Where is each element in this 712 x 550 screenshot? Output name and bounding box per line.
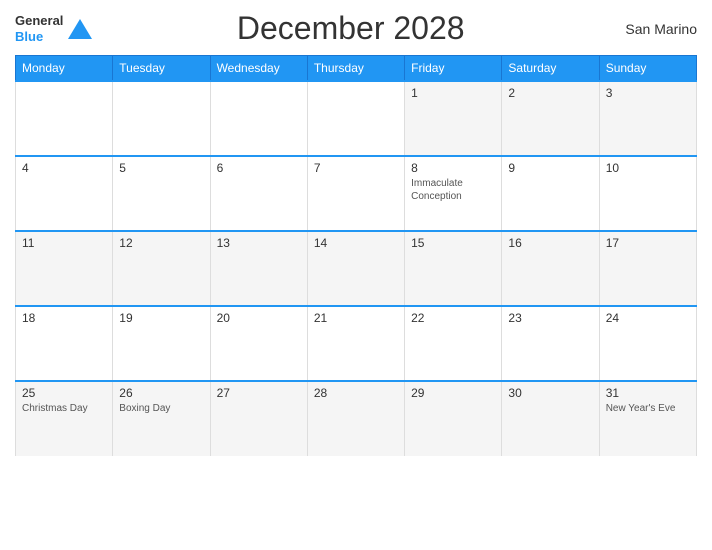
calendar-cell: 7 xyxy=(307,156,404,231)
day-number: 18 xyxy=(22,311,106,325)
calendar-cell: 15 xyxy=(405,231,502,306)
calendar-cell: 31 New Year's Eve xyxy=(599,381,696,456)
calendar-week-row: 25 Christmas Day 26 Boxing Day 27 28 29 30 31 New… xyxy=(16,381,697,456)
logo-general-text: General xyxy=(15,13,63,29)
calendar-container: General Blue December 2028 San Marino Mo… xyxy=(0,0,712,550)
calendar-week-row: 45678 Immaculate Conception 9 10 xyxy=(16,156,697,231)
calendar-cell: 27 xyxy=(210,381,307,456)
calendar-cell: 24 xyxy=(599,306,696,381)
calendar-cell xyxy=(16,81,113,156)
day-number: 10 xyxy=(606,161,690,175)
calendar-cell: 16 xyxy=(502,231,599,306)
day-number: 1 xyxy=(411,86,495,100)
holiday-name: Immaculate Conception xyxy=(411,177,495,203)
calendar-cell: 8 Immaculate Conception xyxy=(405,156,502,231)
day-number: 7 xyxy=(314,161,398,175)
calendar-cell: 14 xyxy=(307,231,404,306)
calendar-week-row: 18 19 20 21 22 23 24 xyxy=(16,306,697,381)
calendar-cell: 5 xyxy=(113,156,210,231)
calendar-cell: 12 xyxy=(113,231,210,306)
calendar-cell: 11 xyxy=(16,231,113,306)
logo: General Blue xyxy=(15,13,94,44)
day-number: 31 xyxy=(606,386,690,400)
header-wednesday: Wednesday xyxy=(210,56,307,82)
calendar-cell: 18 xyxy=(16,306,113,381)
calendar-week-row: 123 xyxy=(16,81,697,156)
calendar-cell xyxy=(210,81,307,156)
calendar-cell: 17 xyxy=(599,231,696,306)
day-number: 13 xyxy=(217,236,301,250)
calendar-cell xyxy=(307,81,404,156)
holiday-name: Christmas Day xyxy=(22,402,106,415)
header-monday: Monday xyxy=(16,56,113,82)
day-number: 16 xyxy=(508,236,592,250)
day-number: 8 xyxy=(411,161,495,175)
header-saturday: Saturday xyxy=(502,56,599,82)
header-sunday: Sunday xyxy=(599,56,696,82)
day-number: 25 xyxy=(22,386,106,400)
calendar-cell: 2 xyxy=(502,81,599,156)
calendar-cell: 25 Christmas Day xyxy=(16,381,113,456)
day-number: 2 xyxy=(508,86,592,100)
day-number: 4 xyxy=(22,161,106,175)
calendar-cell: 6 xyxy=(210,156,307,231)
day-number: 21 xyxy=(314,311,398,325)
header-friday: Friday xyxy=(405,56,502,82)
calendar-cell: 26 Boxing Day xyxy=(113,381,210,456)
weekday-header-row: Monday Tuesday Wednesday Thursday Friday… xyxy=(16,56,697,82)
month-title: December 2028 xyxy=(94,10,607,47)
day-number: 29 xyxy=(411,386,495,400)
holiday-name: Boxing Day xyxy=(119,402,203,415)
calendar-cell: 28 xyxy=(307,381,404,456)
day-number: 9 xyxy=(508,161,592,175)
day-number: 12 xyxy=(119,236,203,250)
day-number: 15 xyxy=(411,236,495,250)
header-tuesday: Tuesday xyxy=(113,56,210,82)
calendar-cell: 20 xyxy=(210,306,307,381)
day-number: 19 xyxy=(119,311,203,325)
logo-icon xyxy=(66,15,94,43)
calendar-week-row: 11 12 13 14 15 16 17 xyxy=(16,231,697,306)
calendar-cell: 29 xyxy=(405,381,502,456)
day-number: 5 xyxy=(119,161,203,175)
day-number: 14 xyxy=(314,236,398,250)
calendar-cell: 23 xyxy=(502,306,599,381)
holiday-name: New Year's Eve xyxy=(606,402,690,415)
header: General Blue December 2028 San Marino xyxy=(15,10,697,47)
calendar-cell: 10 xyxy=(599,156,696,231)
calendar-cell xyxy=(113,81,210,156)
calendar-table: Monday Tuesday Wednesday Thursday Friday… xyxy=(15,55,697,456)
country-name: San Marino xyxy=(607,21,697,37)
calendar-cell: 13 xyxy=(210,231,307,306)
calendar-cell: 19 xyxy=(113,306,210,381)
day-number: 20 xyxy=(217,311,301,325)
day-number: 23 xyxy=(508,311,592,325)
day-number: 11 xyxy=(22,236,106,250)
day-number: 27 xyxy=(217,386,301,400)
calendar-cell: 3 xyxy=(599,81,696,156)
day-number: 17 xyxy=(606,236,690,250)
header-thursday: Thursday xyxy=(307,56,404,82)
day-number: 26 xyxy=(119,386,203,400)
day-number: 30 xyxy=(508,386,592,400)
day-number: 22 xyxy=(411,311,495,325)
calendar-cell: 22 xyxy=(405,306,502,381)
day-number: 6 xyxy=(217,161,301,175)
calendar-cell: 21 xyxy=(307,306,404,381)
logo-blue-text: Blue xyxy=(15,29,63,45)
calendar-cell: 9 xyxy=(502,156,599,231)
calendar-cell: 30 xyxy=(502,381,599,456)
day-number: 3 xyxy=(606,86,690,100)
day-number: 28 xyxy=(314,386,398,400)
calendar-cell: 4 xyxy=(16,156,113,231)
calendar-cell: 1 xyxy=(405,81,502,156)
day-number: 24 xyxy=(606,311,690,325)
